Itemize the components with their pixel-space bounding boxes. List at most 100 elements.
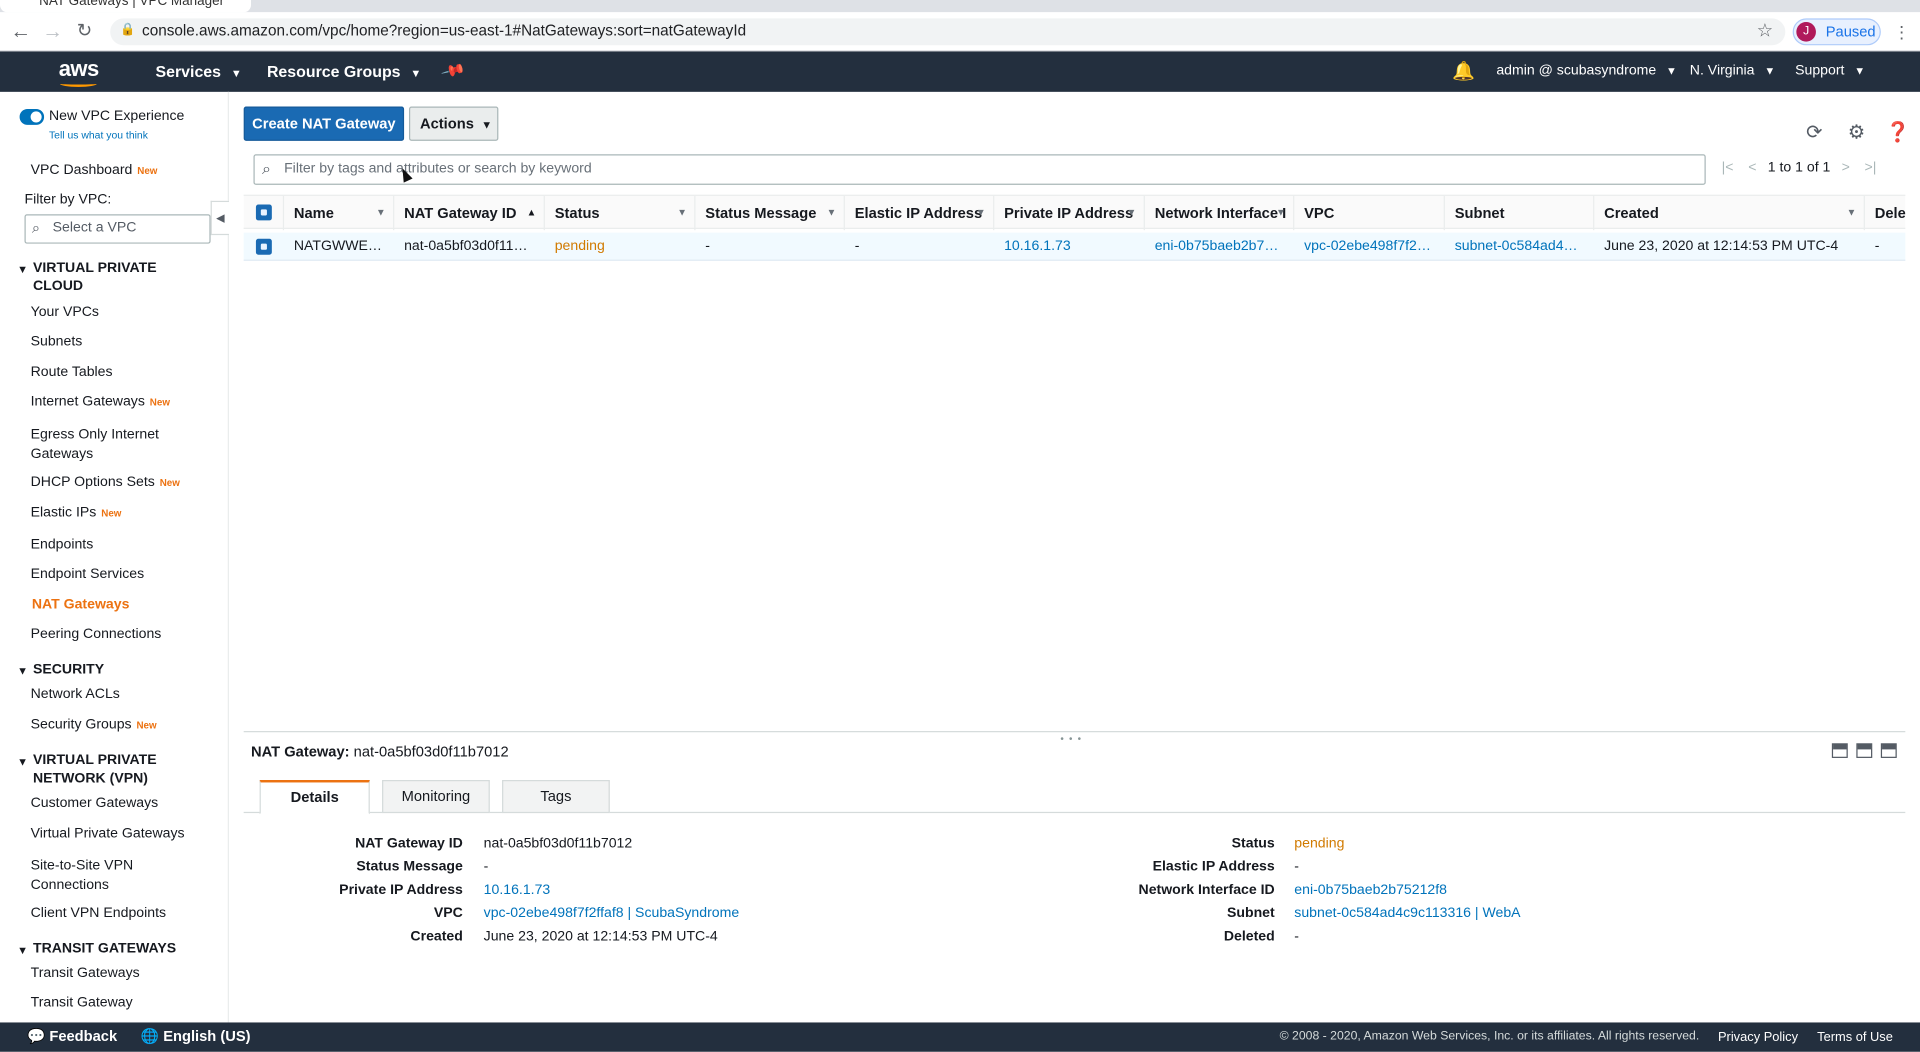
tab-tags[interactable]: Tags	[502, 780, 610, 814]
sidebar-item-internet-gateways[interactable]: Internet Gateways New	[31, 394, 170, 409]
first-page-icon[interactable]: |<	[1722, 160, 1734, 175]
help-icon[interactable]: ❓	[1886, 120, 1910, 144]
layout-split-icon[interactable]	[1856, 743, 1873, 758]
sidebar-item-endpoint-services[interactable]: Endpoint Services	[31, 567, 145, 582]
column-network-interface[interactable]: Network Interface I ▼	[1145, 195, 1295, 231]
feedback-link[interactable]: Tell us what you think	[49, 129, 148, 141]
services-menu[interactable]: Services ▼	[156, 62, 242, 80]
vpc-filter-select[interactable]: ⌕ Select a VPC	[24, 214, 211, 244]
sidebar-item-transit-gateways[interactable]: Transit Gateways	[31, 966, 140, 981]
layout-full-icon[interactable]	[1880, 743, 1897, 758]
next-page-icon[interactable]: >	[1842, 160, 1850, 175]
gear-icon[interactable]: ⚙	[1848, 120, 1866, 144]
sidebar-item-dhcp-options[interactable]: DHCP Options Sets New	[31, 475, 180, 490]
row-checkbox[interactable]	[255, 238, 272, 255]
sidebar-item-virtual-private-gateways[interactable]: Virtual Private Gateways	[31, 827, 185, 842]
section-vpn[interactable]: ▼ VIRTUAL PRIVATE NETWORK (VPN)	[17, 752, 201, 789]
forward-icon[interactable]: →	[39, 18, 66, 45]
pane-splitter[interactable]	[243, 731, 1906, 733]
cell-subnet[interactable]: subnet-0c584ad4…	[1445, 233, 1594, 261]
sidebar-item-your-vpcs[interactable]: Your VPCs	[31, 305, 99, 320]
bookmark-star-icon[interactable]: ☆	[1757, 20, 1773, 42]
sidebar-item-transit-gateway[interactable]: Transit Gateway	[31, 996, 133, 1011]
section-transit-gateways[interactable]: ▼ TRANSIT GATEWAYS	[17, 940, 176, 960]
last-page-icon[interactable]: >|	[1865, 160, 1877, 175]
cell-nat-gateway-id: nat-0a5bf03d0f11…	[404, 238, 528, 254]
pagination-text: 1 to 1 of 1	[1767, 160, 1831, 176]
chevron-down-icon: ▼	[410, 67, 422, 80]
language-selector[interactable]: 🌐 English (US)	[141, 1027, 251, 1044]
sidebar-item-nat-gateways[interactable]: NAT Gateways	[32, 598, 130, 613]
column-deleted[interactable]: Delet	[1865, 196, 1906, 230]
terms-of-use-link[interactable]: Terms of Use	[1817, 1030, 1893, 1045]
support-menu[interactable]: Support ▼	[1795, 64, 1865, 79]
column-created[interactable]: Created ▼	[1594, 195, 1865, 231]
sidebar-item-client-vpn-endpoints[interactable]: Client VPN Endpoints	[31, 906, 166, 921]
tab-monitoring[interactable]: Monitoring	[382, 780, 490, 814]
address-bar[interactable]: 🔒 console.aws.amazon.com/vpc/home?region…	[110, 18, 1786, 46]
column-vpc[interactable]: VPC	[1294, 195, 1445, 231]
aws-logo[interactable]: aws	[59, 56, 99, 82]
cell-network-interface[interactable]: eni-0b75baeb2b7…	[1145, 233, 1294, 261]
select-all-checkbox[interactable]	[255, 204, 272, 221]
sidebar-item-vpc-dashboard[interactable]: VPC Dashboard New	[31, 163, 158, 178]
sidebar-item-security-groups[interactable]: Security Groups New	[31, 718, 157, 733]
detail-value-status-message: -	[483, 859, 489, 875]
refresh-icon[interactable]: ⟳	[1806, 120, 1822, 144]
column-nat-gateway-id[interactable]: NAT Gateway ID ▲	[394, 195, 545, 231]
cell-private-ip[interactable]: 10.16.1.73	[994, 233, 1145, 261]
detail-value-network-interface-id[interactable]: eni-0b75baeb2b75212f8	[1294, 883, 1447, 898]
url-text: console.aws.amazon.com/vpc/home?region=u…	[142, 22, 747, 40]
section-security[interactable]: ▼ SECURITY	[17, 661, 104, 681]
tab-details[interactable]: Details	[259, 780, 370, 815]
sidebar-item-peering-connections[interactable]: Peering Connections	[31, 627, 162, 642]
column-subnet[interactable]: Subnet	[1445, 195, 1595, 231]
sidebar-item-site-to-site-vpn[interactable]: Site-to-Site VPN Connections	[31, 856, 153, 895]
profile-button[interactable]: J Paused	[1792, 18, 1881, 46]
privacy-policy-link[interactable]: Privacy Policy	[1718, 1030, 1798, 1045]
account-menu[interactable]: admin @ scubasyndrome ▼	[1496, 64, 1677, 79]
actions-button[interactable]: Actions ▼	[408, 106, 499, 141]
back-icon[interactable]: ←	[7, 18, 34, 45]
column-status[interactable]: Status ▼	[545, 195, 696, 231]
section-virtual-private-cloud[interactable]: ▼ VIRTUAL PRIVATE CLOUD	[17, 260, 201, 297]
resource-groups-label: Resource Groups	[266, 62, 401, 81]
sidebar-item-endpoints[interactable]: Endpoints	[31, 538, 94, 553]
sidebar-item-customer-gateways[interactable]: Customer Gateways	[31, 796, 159, 811]
bell-icon[interactable]: 🔔	[1452, 60, 1475, 82]
column-label: Elastic IP Address	[854, 204, 983, 222]
detail-value-vpc[interactable]: vpc-02ebe498f7f2ffaf8 | ScubaSyndrome	[484, 906, 739, 921]
drag-handle-icon[interactable]: • • •	[1060, 733, 1082, 744]
column-status-message[interactable]: Status Message ▼	[696, 195, 845, 231]
resource-groups-menu[interactable]: Resource Groups ▼	[267, 62, 421, 80]
reload-icon[interactable]: ↻	[71, 18, 98, 45]
support-label: Support	[1795, 63, 1845, 79]
search-input[interactable]: ⌕ Filter by tags and attributes or search…	[253, 154, 1706, 185]
create-nat-gateway-button[interactable]: Create NAT Gateway	[243, 106, 405, 141]
details-title-label: NAT Gateway:	[251, 743, 350, 761]
sidebar-item-elastic-ips[interactable]: Elastic IPs New	[31, 506, 122, 521]
prev-page-icon[interactable]: <	[1748, 160, 1756, 175]
sidebar-item-network-acls[interactable]: Network ACLs	[31, 687, 120, 702]
feedback-button[interactable]: 💬 Feedback	[27, 1027, 117, 1044]
browser-menu-icon[interactable]: ⋮	[1893, 22, 1910, 43]
sidebar-item-subnets[interactable]: Subnets	[31, 334, 83, 349]
column-private-ip[interactable]: Private IP Address ▼	[994, 195, 1145, 231]
detail-value-subnet[interactable]: subnet-0c584ad4c9c113316 | WebA	[1294, 906, 1520, 921]
actions-label: Actions	[420, 115, 474, 133]
table-row[interactable]: NATGWWE… nat-0a5bf03d0f11… pending - - 1…	[243, 232, 1906, 261]
column-label: Network Interface I	[1154, 204, 1287, 222]
sidebar-item-egress-only-igw[interactable]: Egress Only Internet Gateways	[31, 425, 178, 464]
collapse-sidebar-icon[interactable]: ◀	[210, 200, 229, 236]
sidebar-item-route-tables[interactable]: Route Tables	[31, 365, 113, 380]
new-experience-toggle[interactable]	[19, 108, 45, 125]
browser-tab[interactable]: NAT Gateways | VPC Manager✕	[0, 0, 252, 13]
account-label: admin @ scubasyndrome	[1496, 63, 1657, 79]
detail-value-private-ip[interactable]: 10.16.1.73	[484, 883, 551, 898]
column-name[interactable]: Name ▼	[284, 195, 395, 231]
pin-icon[interactable]: 📌	[440, 58, 466, 85]
region-menu[interactable]: N. Virginia ▼	[1690, 64, 1775, 79]
column-elastic-ip[interactable]: Elastic IP Address ▼	[845, 195, 995, 231]
layout-bottom-icon[interactable]	[1831, 743, 1848, 758]
cell-vpc[interactable]: vpc-02ebe498f7f2…	[1294, 233, 1445, 261]
